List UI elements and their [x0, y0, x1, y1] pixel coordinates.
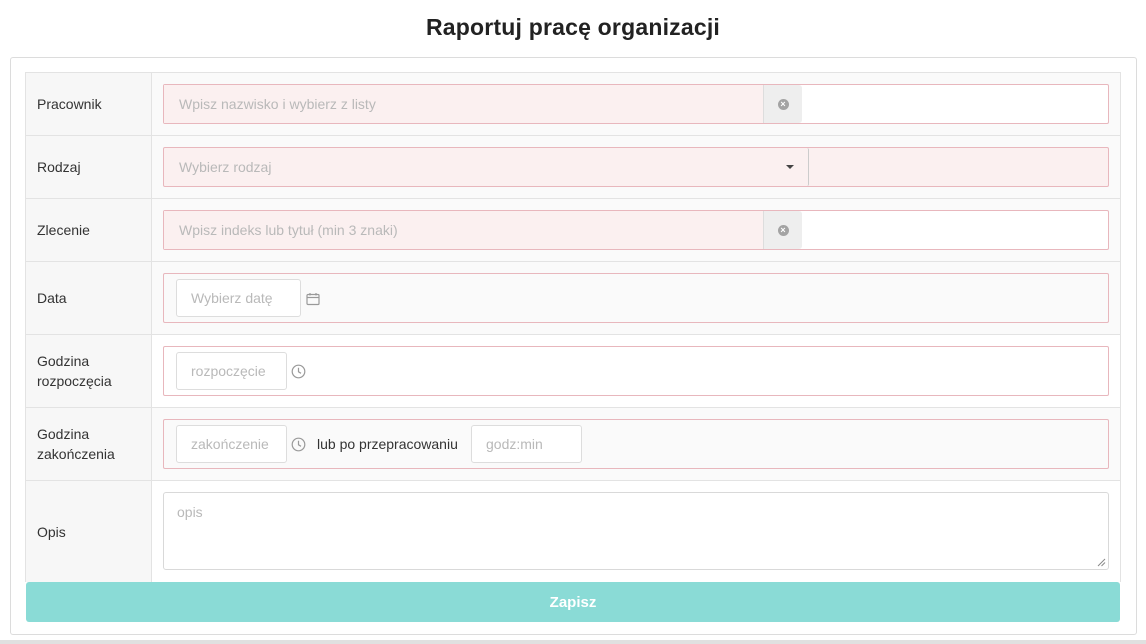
godzina-zakonczenia-error-wrapper: zakończenie lub po przepracowaniu godz:m… — [163, 419, 1109, 469]
clock-icon[interactable] — [291, 364, 306, 379]
report-form: Pracownik Wpisz nazwisko i wybierz z lis… — [25, 72, 1121, 582]
pracownik-label: Pracownik — [26, 73, 152, 135]
calendar-icon[interactable] — [306, 292, 320, 306]
opis-label: Opis — [26, 481, 152, 582]
opis-textarea[interactable]: opis — [163, 492, 1109, 570]
godzina-rozpoczecia-error-wrapper: rozpoczęcie — [163, 346, 1109, 396]
opis-placeholder: opis — [177, 504, 203, 520]
times-circle-icon: × — [777, 224, 789, 236]
row-zlecenie: Zlecenie Wpisz indeks lub tytuł (min 3 z… — [26, 199, 1120, 262]
godzina-rozpoczecia-label: Godzina rozpoczęcia — [26, 335, 152, 407]
row-godzina-zakonczenia: Godzina zakończenia zakończenie lub po p… — [26, 408, 1120, 481]
resize-handle-icon[interactable] — [1097, 558, 1106, 567]
caret-down-icon — [786, 165, 794, 169]
date-input[interactable]: Wybierz datę — [176, 279, 301, 317]
row-data: Data Wybierz datę — [26, 262, 1120, 335]
pracownik-clear-button[interactable]: × — [764, 85, 802, 123]
rodzaj-label: Rodzaj — [26, 136, 152, 198]
pracownik-cell: Wpisz nazwisko i wybierz z listy × — [152, 73, 1120, 135]
godzina-zakonczenia-label: Godzina zakończenia — [26, 408, 152, 480]
pracownik-error-wrapper: Wpisz nazwisko i wybierz z listy × — [163, 84, 1109, 124]
opis-cell: opis — [152, 481, 1120, 582]
zlecenie-cell: Wpisz indeks lub tytuł (min 3 znaki) × — [152, 199, 1120, 261]
zlecenie-error-wrapper: Wpisz indeks lub tytuł (min 3 znaki) × — [163, 210, 1109, 250]
data-error-wrapper: Wybierz datę — [163, 273, 1109, 323]
page-bottom-edge — [0, 640, 1146, 644]
pracownik-input[interactable]: Wpisz nazwisko i wybierz z listy — [164, 85, 764, 123]
zlecenie-input[interactable]: Wpisz indeks lub tytuł (min 3 znaki) — [164, 211, 764, 249]
data-label: Data — [26, 262, 152, 334]
or-after-work-text: lub po przepracowaniu — [317, 436, 458, 452]
rodzaj-select[interactable]: Wybierz rodzaj — [164, 148, 809, 186]
godzina-rozpoczecia-cell: rozpoczęcie — [152, 335, 1120, 407]
row-pracownik: Pracownik Wpisz nazwisko i wybierz z lis… — [26, 73, 1120, 136]
duration-input[interactable]: godz:min — [471, 425, 582, 463]
page-title: Raportuj pracę organizacji — [425, 14, 721, 40]
start-time-input[interactable]: rozpoczęcie — [176, 352, 287, 390]
row-opis: Opis opis — [26, 481, 1120, 582]
row-rodzaj: Rodzaj Wybierz rodzaj — [26, 136, 1120, 199]
data-cell: Wybierz datę — [152, 262, 1120, 334]
godzina-zakonczenia-cell: zakończenie lub po przepracowaniu godz:m… — [152, 408, 1120, 480]
end-time-input[interactable]: zakończenie — [176, 425, 287, 463]
clock-icon[interactable] — [291, 437, 306, 452]
rodzaj-error-wrapper: Wybierz rodzaj — [163, 147, 1109, 187]
save-button[interactable]: Zapisz — [26, 582, 1120, 622]
rodzaj-select-value: Wybierz rodzaj — [179, 159, 272, 175]
zlecenie-label: Zlecenie — [26, 199, 152, 261]
times-circle-icon: × — [777, 98, 789, 110]
zlecenie-clear-button[interactable]: × — [764, 211, 802, 249]
row-godzina-rozpoczecia: Godzina rozpoczęcia rozpoczęcie — [26, 335, 1120, 408]
rodzaj-cell: Wybierz rodzaj — [152, 136, 1120, 198]
